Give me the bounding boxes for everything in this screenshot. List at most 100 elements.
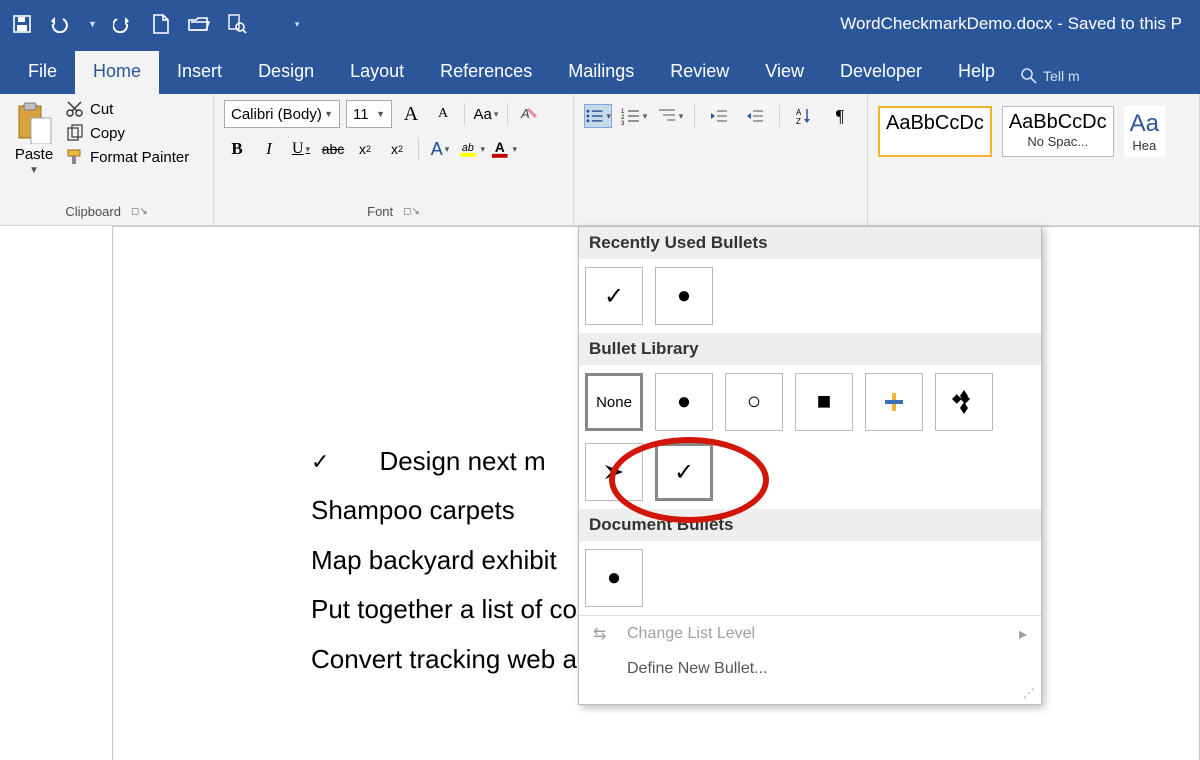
shrink-font-button[interactable]: A [430, 101, 456, 127]
tab-file[interactable]: File [10, 51, 75, 94]
style-preview: AaBbCcDc [886, 112, 984, 135]
paste-label: Paste [15, 146, 53, 163]
tab-design[interactable]: Design [240, 51, 332, 94]
tell-me-label: Tell m [1043, 68, 1080, 84]
text-effects-button[interactable]: A▾ [427, 136, 453, 162]
scissors-icon [66, 100, 84, 118]
list-level-icon: ⇆ [593, 624, 613, 644]
svg-text:A: A [520, 106, 530, 121]
italic-button[interactable]: I [256, 136, 282, 162]
tab-insert[interactable]: Insert [159, 51, 240, 94]
copy-button[interactable]: Copy [66, 124, 189, 142]
save-icon[interactable] [10, 12, 34, 36]
font-group-label: Font [367, 204, 393, 219]
style-name: Hea [1130, 138, 1159, 153]
font-color-button[interactable]: A▾ [491, 136, 517, 162]
bullet-checkmark[interactable]: ✓ [585, 267, 643, 325]
style-heading1[interactable]: Aa Hea [1124, 106, 1165, 157]
change-list-level: ⇆ Change List Level ▸ [579, 616, 1041, 652]
chevron-right-icon: ▸ [1019, 624, 1027, 644]
highlight-button[interactable]: ab▾ [459, 136, 485, 162]
define-new-bullet[interactable]: Define New Bullet... [579, 652, 1041, 686]
tab-mailings[interactable]: Mailings [550, 51, 652, 94]
font-size-combo[interactable]: 11▼ [346, 100, 392, 128]
tab-help[interactable]: Help [940, 51, 1013, 94]
font-size-value: 11 [353, 106, 369, 123]
tab-review[interactable]: Review [652, 51, 747, 94]
bullet-4diamond[interactable] [865, 373, 923, 431]
paintbrush-icon [66, 148, 84, 166]
font-launcher-icon[interactable]: ◻↘ [403, 206, 420, 217]
bullet-arrow[interactable] [585, 443, 643, 501]
undo-more-icon[interactable]: ▼ [88, 19, 97, 29]
bullet-checkmark[interactable]: ✓ [655, 443, 713, 501]
tell-me[interactable]: Tell m [1013, 58, 1088, 94]
bullet-disc[interactable]: ● [585, 549, 643, 607]
group-font: Calibri (Body)▼ 11▼ A A Aa▾ A B I U▾ abc… [214, 94, 574, 225]
tab-view[interactable]: View [747, 51, 822, 94]
lightbulb-icon [1021, 68, 1037, 84]
clipboard-launcher-icon[interactable]: ◻↘ [131, 206, 148, 217]
increase-indent-button[interactable] [741, 104, 769, 128]
numbering-button[interactable]: 123▾ [620, 104, 648, 128]
font-name-combo[interactable]: Calibri (Body)▼ [224, 100, 340, 128]
define-bullet-label: Define New Bullet... [627, 660, 768, 678]
tab-references[interactable]: References [422, 51, 550, 94]
document-area: ✓Design next m Shampoo carpets Map backy… [0, 226, 1200, 760]
change-case-button[interactable]: Aa▾ [473, 101, 499, 127]
subscript-button[interactable]: x2 [352, 136, 378, 162]
bullet-none[interactable]: None [585, 373, 643, 431]
style-normal[interactable]: AaBbCcDc [878, 106, 992, 157]
group-paragraph: ▾ 123▾ ▾ AZ ¶ [574, 94, 868, 225]
font-name-value: Calibri (Body) [231, 106, 322, 123]
resize-grip-icon[interactable]: ⋰ [579, 686, 1041, 704]
format-painter-label: Format Painter [90, 149, 189, 166]
bullet-disc[interactable]: ● [655, 373, 713, 431]
clear-formatting-button[interactable]: A [516, 101, 542, 127]
bold-button[interactable]: B [224, 136, 250, 162]
copy-label: Copy [90, 125, 125, 142]
bullet-square[interactable]: ■ [795, 373, 853, 431]
document-bullets-header: Document Bullets [579, 509, 1041, 541]
bullet-dropdown: Recently Used Bullets ✓ ● Bullet Library… [578, 226, 1042, 705]
new-doc-icon[interactable] [149, 12, 173, 36]
svg-text:Z: Z [796, 117, 801, 125]
bullet-diamonds[interactable] [935, 373, 993, 431]
format-painter-button[interactable]: Format Painter [66, 148, 189, 166]
bullet-circle[interactable]: ○ [725, 373, 783, 431]
superscript-button[interactable]: x2 [384, 136, 410, 162]
style-preview: AaBbCcDc [1009, 111, 1107, 134]
style-name: No Spac... [1009, 134, 1107, 149]
change-level-label: Change List Level [627, 625, 755, 643]
bullets-button[interactable]: ▾ [584, 104, 612, 128]
show-marks-button[interactable]: ¶ [826, 104, 854, 128]
copy-icon [66, 124, 84, 142]
checkmark-icon: ✓ [311, 441, 329, 483]
cut-button[interactable]: Cut [66, 100, 189, 118]
style-nospacing[interactable]: AaBbCcDc No Spac... [1002, 106, 1114, 157]
svg-text:ab: ab [462, 142, 474, 154]
group-clipboard: Paste ▼ Cut Copy Format Painter Clipboar… [0, 94, 214, 225]
paste-button[interactable]: Paste ▼ [10, 100, 58, 176]
strike-button[interactable]: abc [320, 136, 346, 162]
style-preview: Aa [1130, 110, 1159, 138]
print-preview-icon[interactable] [225, 12, 249, 36]
recent-bullets-header: Recently Used Bullets [579, 227, 1041, 259]
grow-font-button[interactable]: A [398, 101, 424, 127]
underline-button[interactable]: U▾ [288, 136, 314, 162]
tab-developer[interactable]: Developer [822, 51, 940, 94]
sort-button[interactable]: AZ [790, 104, 818, 128]
tab-home[interactable]: Home [75, 51, 159, 94]
paste-more-icon[interactable]: ▼ [29, 165, 39, 176]
svg-text:A: A [796, 108, 802, 117]
undo-icon[interactable] [48, 12, 72, 36]
tab-layout[interactable]: Layout [332, 51, 422, 94]
cut-label: Cut [90, 101, 113, 118]
bullet-disc[interactable]: ● [655, 267, 713, 325]
multilevel-button[interactable]: ▾ [656, 104, 684, 128]
redo-icon[interactable] [111, 12, 135, 36]
open-icon[interactable] [187, 12, 211, 36]
bullet-library-header: Bullet Library [579, 333, 1041, 365]
ribbon-tabs: File Home Insert Design Layout Reference… [0, 48, 1200, 94]
decrease-indent-button[interactable] [705, 104, 733, 128]
